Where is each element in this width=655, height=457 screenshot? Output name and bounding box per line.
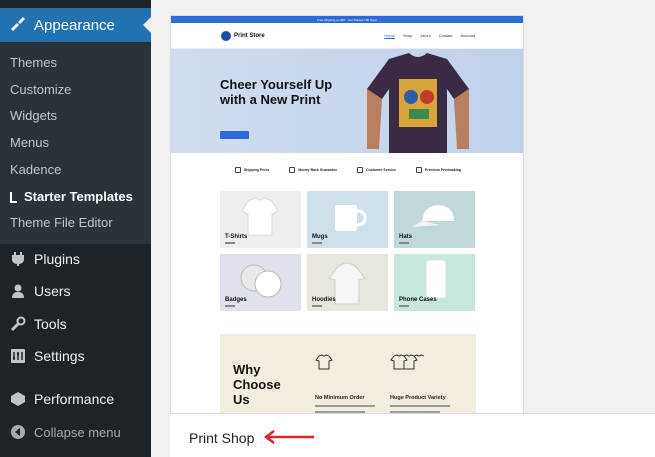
template-preview[interactable]: Free shipping on $60 · Get Started 100 D… xyxy=(170,15,524,457)
category-tile: Mugs xyxy=(307,191,388,248)
category-label: Mugs xyxy=(312,234,328,240)
feature-money-back-label: Money Back Guarantee xyxy=(298,168,338,172)
submenu-starter-templates[interactable]: Starter Templates xyxy=(10,189,133,204)
arrow-left-icon xyxy=(263,430,314,444)
store-logo-icon xyxy=(221,30,231,41)
nav-home: Home xyxy=(384,33,395,38)
feature-shipping-label: Shipping Perks xyxy=(243,168,270,172)
menu-performance[interactable]: Performance xyxy=(0,383,151,415)
category-tile: Badges xyxy=(220,254,301,311)
menu-plugins[interactable]: Plugins xyxy=(0,243,151,275)
category-label: Hoodies xyxy=(312,297,336,303)
money-icon xyxy=(289,167,296,173)
starter-templates-icon xyxy=(10,191,17,203)
submenu-starter-templates-label: Starter Templates xyxy=(24,189,133,204)
paintbrush-icon xyxy=(8,14,26,37)
category-sub xyxy=(399,242,409,244)
print-icon xyxy=(415,167,422,173)
support-icon xyxy=(357,167,364,173)
collapse-menu[interactable]: Collapse menu xyxy=(0,416,151,448)
feature-printmaking: Premium Printmaking xyxy=(415,163,462,177)
nav-contact: Contact xyxy=(438,33,453,38)
performance-icon xyxy=(8,389,28,409)
category-label: Badges xyxy=(225,297,247,303)
menu-tools[interactable]: Tools xyxy=(0,308,151,340)
truck-icon xyxy=(234,167,241,173)
preview-hero: Cheer Yourself Up with a New Print xyxy=(171,49,523,153)
submenu-widgets[interactable]: Widgets xyxy=(10,108,57,123)
category-sub xyxy=(312,242,322,244)
nav-shop: Shop xyxy=(402,33,413,38)
category-label: T-Shirts xyxy=(225,234,248,240)
settings-icon xyxy=(8,346,28,366)
category-tile: T-Shirts xyxy=(220,191,301,248)
feature-printmaking-label: Premium Printmaking xyxy=(424,168,462,172)
nav-account: Account xyxy=(460,33,475,38)
why-col-heading: Huge Product Variety xyxy=(390,395,446,401)
store-brand: Print Store xyxy=(234,32,265,39)
preview-topbar-text: Free shipping on $60 · Get Started 100 D… xyxy=(317,17,377,22)
feature-customer-service: Customer Service xyxy=(357,163,396,177)
menu-tools-label: Tools xyxy=(34,316,67,332)
submenu-theme-file-editor[interactable]: Theme File Editor xyxy=(10,215,113,230)
preview-features: Shipping Perks Money Back Guarantee Cust… xyxy=(171,163,523,177)
category-tile: Hoodies xyxy=(307,254,388,311)
menu-appearance[interactable]: Appearance xyxy=(0,8,151,42)
wp-admin-screen: Appearance Themes Customize Widgets Menu… xyxy=(0,0,655,457)
why-col-line xyxy=(390,405,450,407)
category-sub xyxy=(225,305,235,307)
submenu-customize[interactable]: Customize xyxy=(10,82,71,97)
appearance-submenu: Themes Customize Widgets Menus Kadence S… xyxy=(0,42,151,244)
tshirts-outline-icon xyxy=(390,354,425,370)
why-col-variety: Huge Product Variety xyxy=(390,354,470,419)
menu-settings-label: Settings xyxy=(34,348,85,364)
category-sub xyxy=(225,242,235,244)
preview-nav-links: Home Shop About Contact Account xyxy=(384,33,475,38)
category-tile: Hats xyxy=(394,191,475,248)
why-col-heading: No Minimum Order xyxy=(315,395,365,401)
submenu-menus[interactable]: Menus xyxy=(10,135,49,150)
tshirt-model-image xyxy=(367,53,469,153)
user-icon xyxy=(8,281,28,301)
preview-nav: Print Store Home Shop About Contact Acco… xyxy=(171,23,523,49)
template-name[interactable]: Print Shop xyxy=(189,430,254,446)
feature-customer-service-label: Customer Service xyxy=(366,168,396,172)
preview-topbar: Free shipping on $60 · Get Started 100 D… xyxy=(171,16,523,23)
template-footer: Print Shop xyxy=(170,413,655,457)
category-tile: Phone Cases xyxy=(394,254,475,311)
category-sub xyxy=(312,305,322,307)
submenu-themes[interactable]: Themes xyxy=(10,55,57,70)
why-title: Why Choose Us xyxy=(233,362,281,407)
category-label: Hats xyxy=(399,234,413,240)
menu-settings[interactable]: Settings xyxy=(0,340,151,372)
menu-appearance-label: Appearance xyxy=(34,16,115,34)
why-col-line xyxy=(315,405,375,407)
collapse-icon xyxy=(8,422,28,442)
hero-title: Cheer Yourself Up with a New Print xyxy=(220,77,333,107)
collapse-menu-label: Collapse menu xyxy=(34,424,121,440)
active-notch xyxy=(143,17,151,33)
why-choose-us-section: Why Choose Us No Minimum Order Huge Prod… xyxy=(220,334,476,424)
plug-icon xyxy=(8,249,28,269)
menu-users[interactable]: Users xyxy=(0,275,151,307)
admin-sidebar: Appearance Themes Customize Widgets Menu… xyxy=(0,0,151,457)
hero-cta-button xyxy=(220,131,249,139)
menu-plugins-label: Plugins xyxy=(34,251,80,267)
submenu-kadence[interactable]: Kadence xyxy=(10,162,61,177)
menu-users-label: Users xyxy=(34,283,71,299)
why-col-min-order: No Minimum Order xyxy=(315,354,385,419)
nav-about: About xyxy=(420,33,431,38)
category-label: Phone Cases xyxy=(399,297,437,303)
feature-money-back: Money Back Guarantee xyxy=(289,163,337,177)
wrench-icon xyxy=(8,314,28,334)
category-sub xyxy=(399,305,409,307)
menu-performance-label: Performance xyxy=(34,391,115,407)
feature-shipping: Shipping Perks xyxy=(234,163,270,177)
tshirt-outline-icon xyxy=(315,354,333,370)
